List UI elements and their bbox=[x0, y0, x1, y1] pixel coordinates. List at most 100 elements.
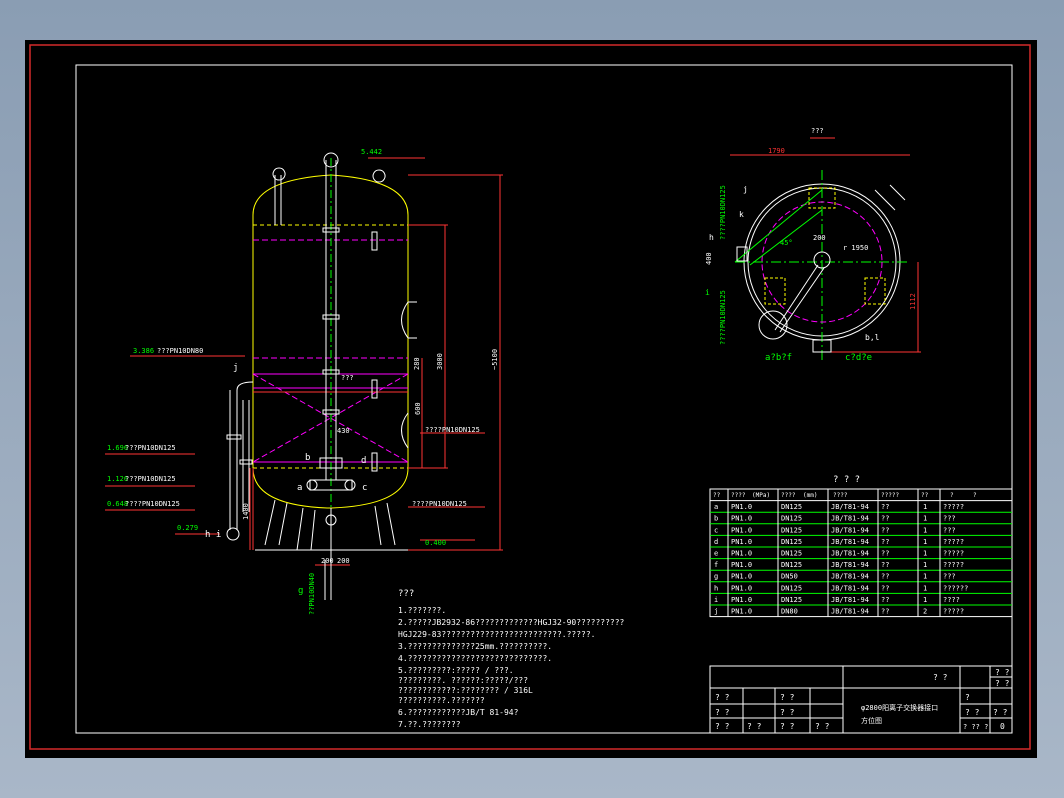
title-cell: ? ? bbox=[715, 693, 730, 702]
note-line: ??????????.??????? bbox=[398, 696, 485, 705]
table-cell: ?????? bbox=[943, 584, 968, 592]
nozzle-0648-label: ????PN10DN125 bbox=[125, 500, 180, 508]
mid-label: ??? bbox=[341, 374, 354, 382]
title-cell: 0 bbox=[1000, 722, 1005, 731]
title-cell: ? bbox=[965, 693, 970, 702]
table-cell: PN1.0 bbox=[731, 503, 752, 511]
dim-200b: 200 bbox=[337, 557, 350, 565]
table-cell: ??? bbox=[943, 515, 956, 523]
title-cell: ? ? bbox=[780, 708, 795, 717]
label-b: b bbox=[305, 453, 310, 463]
table-header-cell: ?? bbox=[713, 492, 721, 499]
table-cell: ?? bbox=[881, 538, 889, 546]
table-cell: DN125 bbox=[781, 538, 802, 546]
dim-5100: ~5100 bbox=[491, 349, 499, 370]
notes-title: ??? bbox=[398, 589, 414, 599]
dim-45: 45° bbox=[780, 239, 793, 247]
elev-0279-label: 0.279 bbox=[177, 524, 198, 532]
table-header-cell: ????? bbox=[881, 492, 899, 499]
title-cell: ? ? bbox=[780, 722, 795, 731]
title-cell: ? ? bbox=[965, 708, 980, 717]
top-label-k: k bbox=[739, 210, 744, 219]
table-cell: c bbox=[714, 526, 718, 534]
note-line: 7.??.???????? bbox=[398, 720, 461, 729]
table-cell: 1 bbox=[923, 515, 927, 523]
title-cell: ? ? bbox=[747, 722, 762, 731]
side-view bbox=[105, 152, 503, 600]
table-cell: ?? bbox=[881, 561, 889, 569]
label-c: c bbox=[362, 483, 367, 493]
dim-600: 600 bbox=[414, 402, 422, 415]
table-header-cell: ???? bbox=[833, 492, 848, 499]
table-cell: DN125 bbox=[781, 503, 802, 511]
top-label-i: i bbox=[705, 288, 710, 297]
table-cell: PN1.0 bbox=[731, 608, 752, 616]
table-cell: 2 bbox=[923, 608, 927, 616]
table-cell: ????? bbox=[943, 550, 964, 558]
nozzle-table-grid: ?????? (MPa)???? (mm)???????????? ?a PN1.0 DN… bbox=[709, 488, 1013, 618]
nozzle-table-title: ? ? ? bbox=[833, 475, 860, 485]
table-cell: 1 bbox=[923, 526, 927, 534]
table-cell: PN1.0 bbox=[731, 538, 752, 546]
title-cell: ? ? bbox=[993, 708, 1008, 717]
technical-notes: ??? 1.???????. 2.?????JB2932-86?????????… bbox=[398, 589, 625, 729]
title-cell-q2: ? ? bbox=[995, 668, 1010, 677]
table-cell: 1 bbox=[923, 584, 927, 592]
dim-3000: 3000 bbox=[436, 353, 444, 370]
nozzle-table: ? ? ? ?????? (MPa)???? (mm)???????????? ?a P… bbox=[709, 475, 1013, 618]
table-cell: ????? bbox=[943, 503, 964, 511]
top-label-j: j bbox=[743, 185, 748, 194]
label-a: a bbox=[297, 483, 302, 493]
table-cell: 1 bbox=[923, 538, 927, 546]
top-label-cde: c?d?e bbox=[845, 353, 872, 363]
leg-r bbox=[374, 502, 396, 546]
table-cell: i bbox=[714, 596, 718, 604]
table-cell: f bbox=[714, 561, 718, 569]
table-cell: DN125 bbox=[781, 526, 802, 534]
table-cell: ?? bbox=[881, 584, 889, 592]
label-j: j bbox=[233, 363, 238, 373]
table-cell: ???? bbox=[943, 596, 960, 604]
table-cell: 1 bbox=[923, 503, 927, 511]
note-line: 6.????????????JB/T 81-94? bbox=[398, 708, 519, 717]
dim-1112: 1112 bbox=[909, 293, 917, 310]
table-header-cell: ? bbox=[973, 492, 977, 499]
drawing-name: φ2800阳离子交换器接口 bbox=[861, 703, 938, 712]
note-line: 1.???????. bbox=[398, 606, 446, 615]
table-cell: 1 bbox=[923, 596, 927, 604]
table-cell: ????? bbox=[943, 561, 964, 569]
nozzle-1126-label: ???PN10DN125 bbox=[125, 475, 176, 483]
table-cell: JB/T81-94 bbox=[831, 503, 869, 511]
table-header-cell: ???? bbox=[781, 492, 796, 499]
g-vert-label: ??PN10DN40 bbox=[308, 573, 316, 615]
note-line: 3.??????????????25mm.??????????. bbox=[398, 642, 552, 651]
table-cell: e bbox=[714, 550, 718, 558]
table-cell: PN1.0 bbox=[731, 515, 752, 523]
table-cell: ????? bbox=[943, 608, 964, 616]
dim-280: 280 bbox=[413, 357, 421, 370]
dim-400: 400 bbox=[705, 252, 713, 265]
top-label-b: b,l bbox=[865, 333, 880, 342]
table-cell: a bbox=[714, 503, 718, 511]
table-cell: PN1.0 bbox=[731, 573, 752, 581]
title-cell-q1: ? ? bbox=[933, 673, 948, 682]
table-cell: JB/T81-94 bbox=[831, 608, 869, 616]
table-cell: PN1.0 bbox=[731, 561, 752, 569]
table-cell: DN125 bbox=[781, 550, 802, 558]
top-vert-text-2: ????PN10DN125 bbox=[719, 290, 727, 345]
sight-glass-1 bbox=[371, 231, 378, 251]
top-label-afg: a?b?f bbox=[765, 353, 792, 363]
dim-1400: 1400 bbox=[242, 503, 250, 520]
dim-430: 430 bbox=[337, 427, 350, 435]
elev-top-label: 5.442 bbox=[361, 148, 382, 156]
drawing-name-2: 方位图 bbox=[861, 716, 882, 725]
table-cell: PN1.0 bbox=[731, 526, 752, 534]
table-cell: 1 bbox=[923, 561, 927, 569]
top-view-title: ??? bbox=[811, 127, 824, 135]
cad-viewport[interactable]: 5.442 3.386 ???PN10DN80 1.696 ???PN10DN1… bbox=[25, 40, 1037, 758]
table-cell: ?? bbox=[881, 515, 889, 523]
table-cell: JB/T81-94 bbox=[831, 538, 869, 546]
table-cell: ????? bbox=[943, 538, 964, 546]
title-cell-q3: ? ? bbox=[995, 679, 1010, 688]
label-hi: h i bbox=[205, 530, 221, 540]
